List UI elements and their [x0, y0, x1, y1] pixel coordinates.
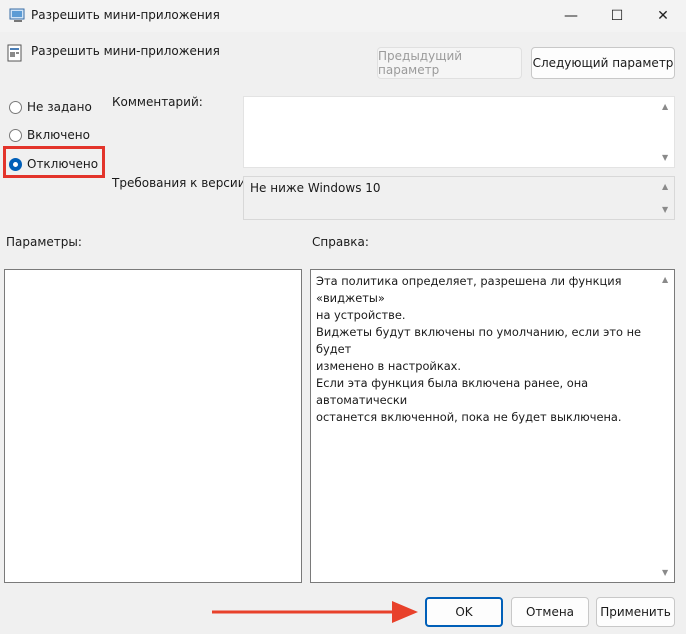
window-title: Разрешить мини-приложения [31, 8, 220, 22]
next-setting-button[interactable]: Следующий параметр [531, 47, 675, 79]
radio-label: Не задано [27, 100, 92, 114]
scroll-down-icon[interactable]: ▼ [662, 206, 668, 214]
previous-setting-button[interactable]: Предыдущий параметр [377, 47, 522, 79]
help-text: Эта политика определяет, разрешена ли фу… [316, 274, 642, 424]
arrow-right-icon [212, 601, 418, 623]
radio-circle[interactable] [9, 128, 22, 142]
ok-button[interactable]: OK [425, 597, 503, 627]
apply-button[interactable]: Применить [596, 597, 675, 627]
highlight-box [3, 146, 105, 178]
radio-circle[interactable] [9, 100, 22, 114]
help-label: Справка: [312, 235, 369, 249]
version-label: Требования к версии: [112, 176, 250, 190]
version-scrollbar[interactable]: ▲ ▼ [658, 177, 674, 219]
params-label: Параметры: [6, 235, 82, 249]
close-button[interactable]: ✕ [640, 0, 686, 32]
comment-label: Комментарий: [112, 95, 203, 109]
params-panel [4, 269, 302, 583]
version-value: Не ниже Windows 10 [250, 181, 381, 195]
version-field: Не ниже Windows 10 ▲ ▼ [243, 176, 675, 220]
scroll-up-icon[interactable]: ▲ [662, 103, 668, 111]
help-scrollbar[interactable]: ▲ ▼ [658, 270, 674, 582]
group-policy-icon [9, 8, 25, 22]
minimize-button[interactable]: — [548, 0, 594, 32]
cancel-button[interactable]: Отмена [511, 597, 589, 627]
scroll-up-icon[interactable]: ▲ [662, 276, 668, 284]
scroll-down-icon[interactable]: ▼ [662, 154, 668, 162]
help-panel: Эта политика определяет, разрешена ли фу… [310, 269, 675, 583]
radio-not-configured[interactable]: Не задано [9, 100, 92, 114]
comment-field[interactable]: ▲ ▼ [243, 96, 675, 168]
maximize-button[interactable]: ☐ [594, 0, 640, 32]
scroll-down-icon[interactable]: ▼ [662, 569, 668, 577]
radio-enabled[interactable]: Включено [9, 128, 90, 142]
radio-label: Включено [27, 128, 90, 142]
scroll-up-icon[interactable]: ▲ [662, 183, 668, 191]
policy-setting-icon [7, 44, 22, 62]
policy-name: Разрешить мини-приложения [31, 44, 220, 58]
comment-scrollbar[interactable]: ▲ ▼ [658, 97, 674, 167]
